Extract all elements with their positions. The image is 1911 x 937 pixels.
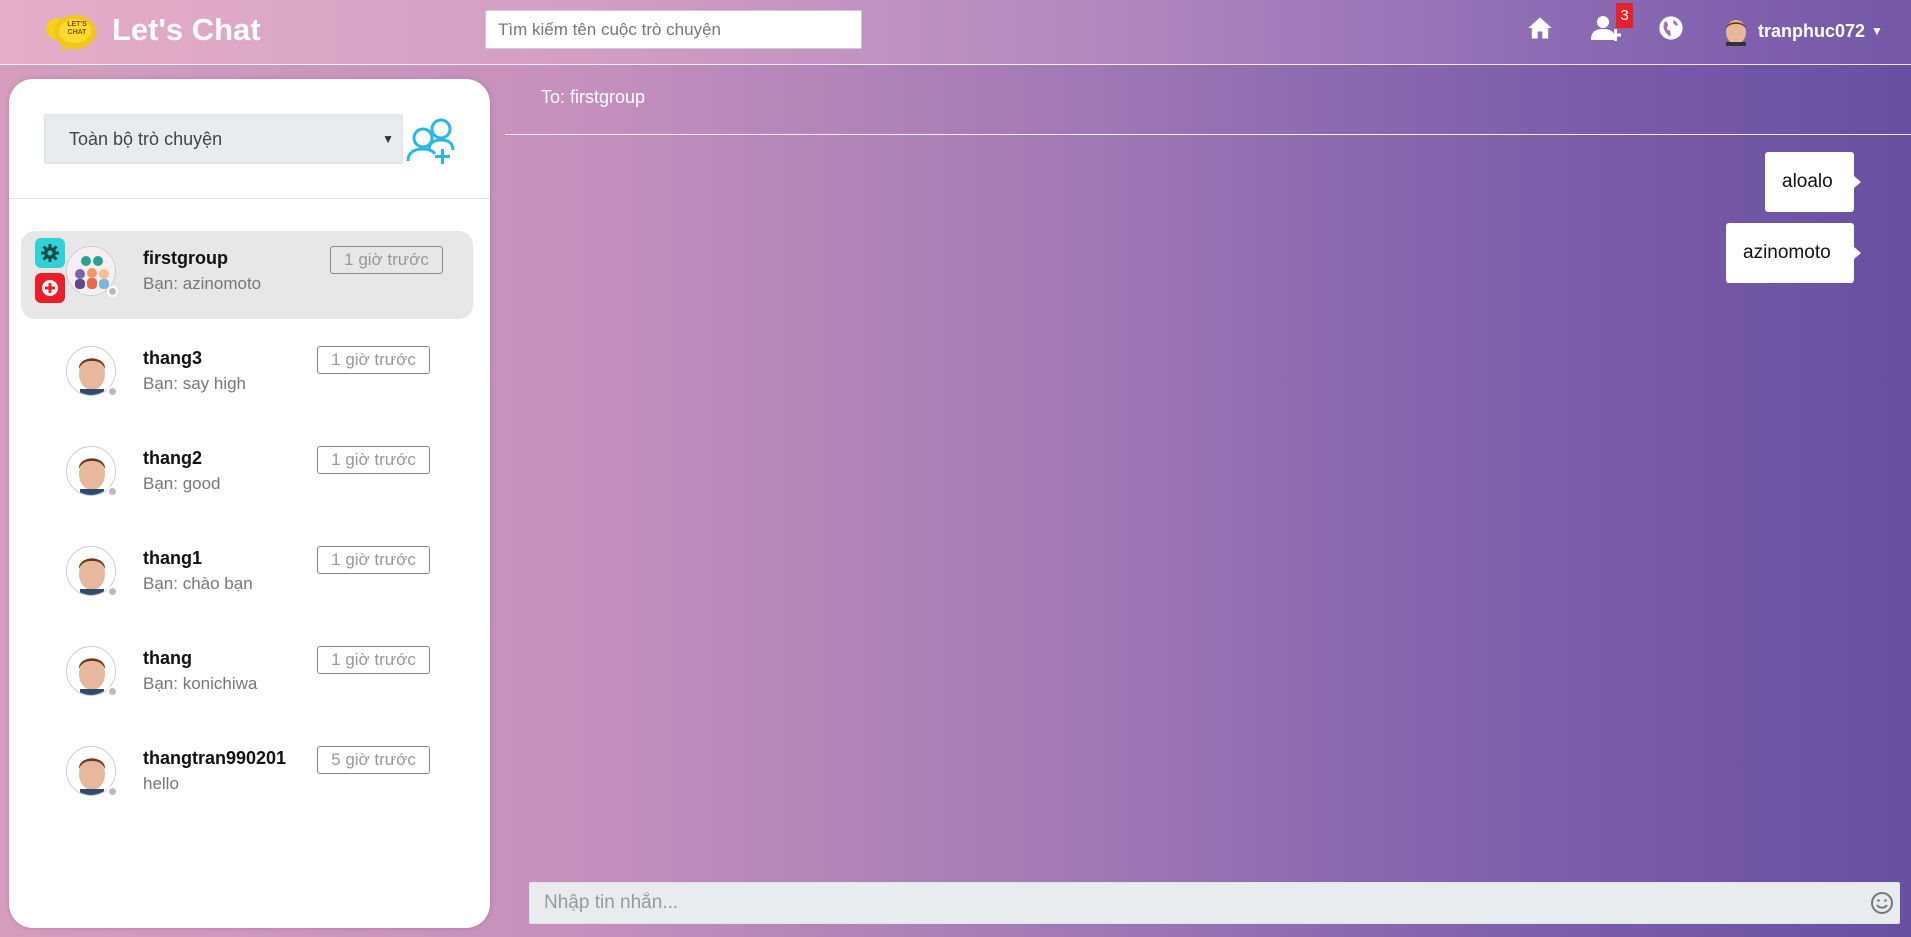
conversation-time: 5 giờ trước bbox=[317, 746, 430, 774]
conversation-preview: Bạn: azinomoto bbox=[143, 274, 262, 293]
status-dot bbox=[107, 586, 118, 597]
conversation-preview: Bạn: say high bbox=[143, 374, 247, 393]
conversation-name: thang3 bbox=[143, 348, 203, 368]
message-input[interactable] bbox=[529, 882, 1900, 924]
conversation-item-thangtran990201[interactable]: thangtran990201 hello 5 giờ trước bbox=[21, 731, 473, 819]
conversation-preview: Bạn: konichiwa bbox=[143, 674, 258, 693]
conversation-name: thang2 bbox=[143, 448, 203, 468]
logo-text: LET'S CHAT bbox=[67, 21, 87, 36]
top-navbar: LET'S CHAT Let's Chat 3 tranphuc072 ▼ bbox=[0, 0, 1911, 65]
status-dot bbox=[107, 686, 118, 697]
brand-title[interactable]: Let's Chat bbox=[112, 12, 261, 48]
chevron-down-icon: ▼ bbox=[382, 132, 394, 146]
status-dot bbox=[107, 786, 118, 797]
leave-group-button[interactable] bbox=[35, 273, 65, 303]
friend-request-badge: 3 bbox=[1616, 3, 1633, 28]
user-avatar bbox=[1726, 20, 1746, 46]
status-dot bbox=[107, 286, 118, 297]
conversation-item-thang3[interactable]: thang3 Bạn: say high 1 giờ trước bbox=[21, 331, 473, 419]
search-input[interactable] bbox=[485, 10, 862, 49]
status-dot bbox=[107, 386, 118, 397]
chat-recipient-label: To: firstgroup bbox=[541, 87, 646, 107]
conversation-name: thangtran990201 bbox=[143, 748, 287, 768]
conversation-time: 1 giờ trước bbox=[330, 246, 443, 274]
add-contact-button[interactable] bbox=[405, 116, 457, 166]
conversation-item-thang2[interactable]: thang2 Bạn: good 1 giờ trước bbox=[21, 431, 473, 519]
gear-icon bbox=[41, 244, 59, 262]
conversation-preview: Bạn: chào bạn bbox=[143, 574, 253, 593]
conversation-item-firstgroup[interactable]: firstgroup Bạn: azinomoto 1 giờ trước bbox=[21, 231, 473, 319]
conversation-item-thang[interactable]: thang Bạn: konichiwa 1 giờ trước bbox=[21, 631, 473, 719]
divider bbox=[9, 198, 490, 199]
filter-selected-label: Toàn bộ trò chuyện bbox=[69, 129, 223, 149]
group-settings-button[interactable] bbox=[35, 238, 65, 268]
caret-down-icon: ▼ bbox=[1871, 24, 1883, 38]
conversation-time: 1 giờ trước bbox=[317, 346, 430, 374]
conversation-name: thang bbox=[143, 648, 192, 668]
plus-circle-icon bbox=[42, 280, 58, 296]
home-icon[interactable] bbox=[1526, 14, 1558, 46]
chat-header: To: firstgroup bbox=[505, 79, 1911, 135]
conversation-name: firstgroup bbox=[143, 248, 228, 268]
conversation-time: 1 giờ trước bbox=[317, 446, 430, 474]
conversation-preview: hello bbox=[143, 774, 179, 793]
globe-icon[interactable] bbox=[1657, 14, 1689, 46]
conversation-item-thang1[interactable]: thang1 Bạn: chào bạn 1 giờ trước bbox=[21, 531, 473, 619]
username-label: tranphuc072 bbox=[1758, 20, 1866, 41]
add-contact-icon bbox=[406, 118, 455, 164]
message-bubble-sent: azinomoto bbox=[1726, 223, 1861, 283]
emoji-icon[interactable] bbox=[1870, 891, 1894, 915]
user-menu[interactable]: tranphuc072 ▼ bbox=[1722, 14, 1883, 48]
status-dot bbox=[107, 486, 118, 497]
conversation-name: thang1 bbox=[143, 548, 203, 568]
conversation-time: 1 giờ trước bbox=[317, 546, 430, 574]
message-bubble-sent: aloalo bbox=[1765, 152, 1861, 212]
conversation-sidebar: Toàn bộ trò chuyện ▼ firstgroup Bạn: azi… bbox=[9, 79, 490, 928]
conversation-filter-select[interactable]: Toàn bộ trò chuyện ▼ bbox=[44, 114, 403, 164]
logo-icon[interactable]: LET'S CHAT bbox=[44, 9, 100, 53]
conversation-preview: Bạn: good bbox=[143, 474, 221, 493]
conversation-time: 1 giờ trước bbox=[317, 646, 430, 674]
